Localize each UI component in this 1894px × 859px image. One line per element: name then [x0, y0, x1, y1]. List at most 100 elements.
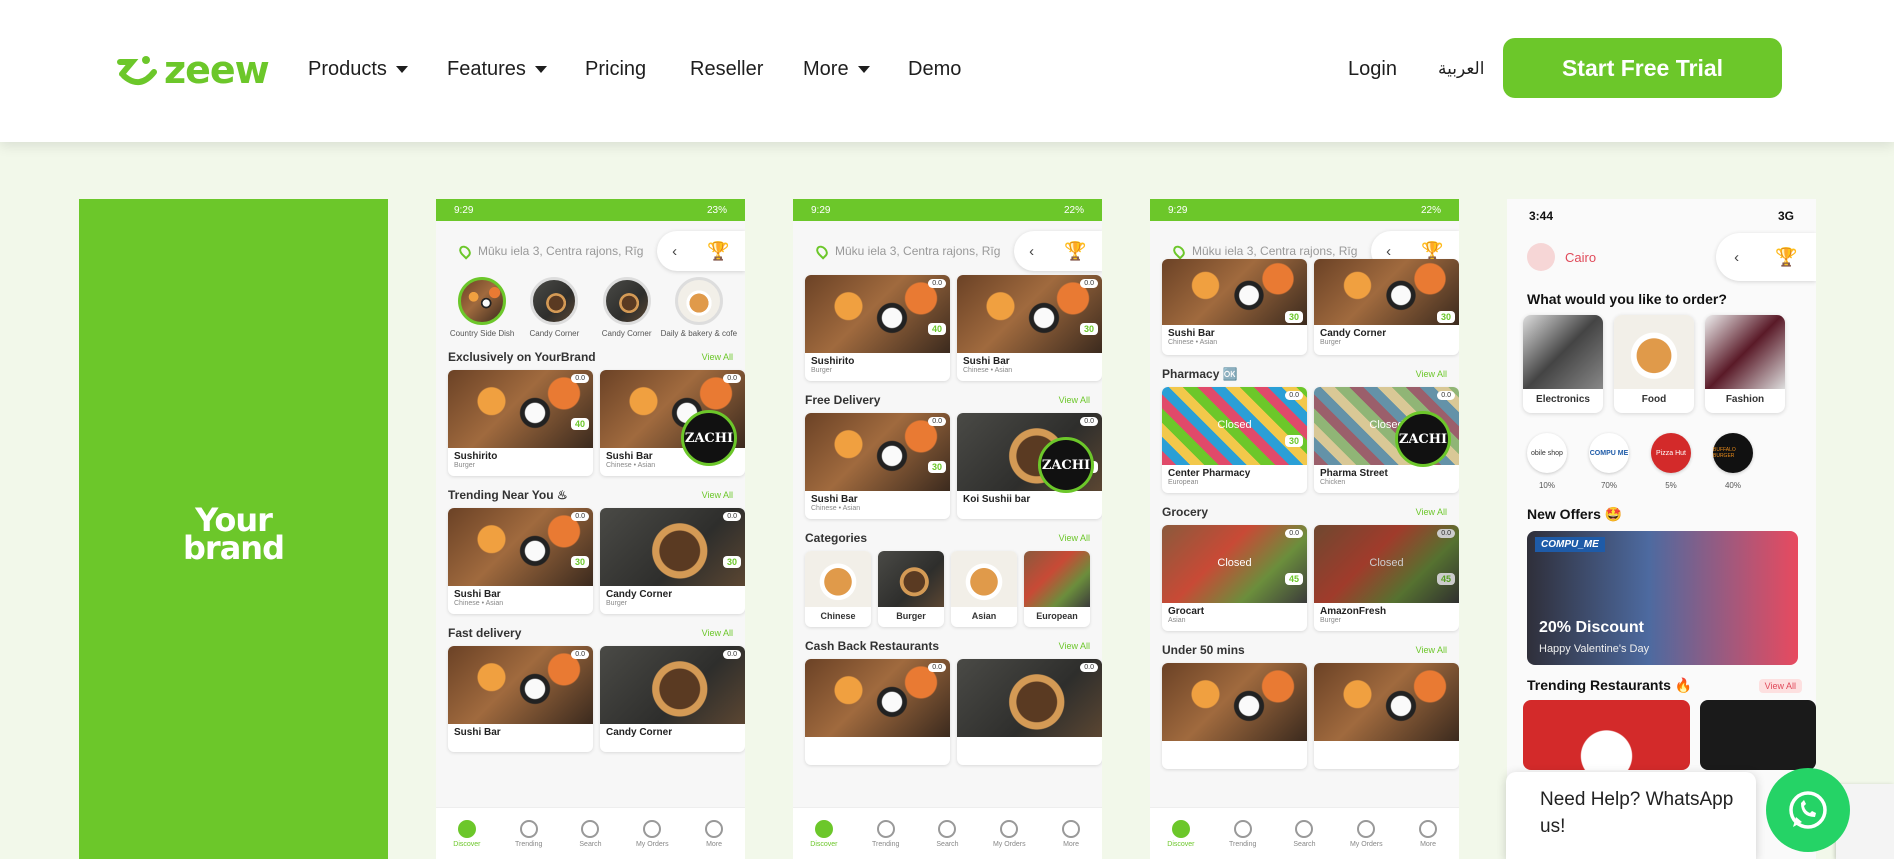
nav-trending[interactable]: Trending	[504, 819, 554, 848]
category-card[interactable]: Electronics	[1523, 315, 1603, 413]
restaurant-card[interactable]: 30 Candy Corner Burger	[1314, 259, 1459, 355]
receipt-icon	[1357, 819, 1376, 838]
store-icon[interactable]	[1527, 243, 1555, 271]
trending-view-all[interactable]: View All	[1758, 678, 1802, 693]
restaurant-card[interactable]: 0.0 40 Sushirito Burger	[805, 275, 950, 381]
profile-icon	[705, 819, 724, 838]
trophy-icon[interactable]: 🏆	[1775, 247, 1797, 268]
trending-restaurant-card[interactable]	[1523, 700, 1690, 770]
trophy-icon[interactable]: 🏆	[1064, 241, 1086, 262]
store-circle[interactable]: Daily & bakery & cofe	[661, 277, 737, 338]
whatsapp-button[interactable]	[1766, 768, 1850, 852]
whatsapp-help-bubble[interactable]: Need Help? WhatsApp us!	[1506, 772, 1756, 859]
view-all-link[interactable]: View All	[702, 352, 733, 362]
category-card[interactable]: Burger	[878, 551, 944, 627]
category-card[interactable]: Asian	[951, 551, 1017, 627]
nav-trending[interactable]: Trending	[1218, 819, 1268, 848]
restaurant-card[interactable]: 0.0 30 Candy Corner Burger	[600, 508, 745, 614]
brand-circle[interactable]: Pizza Hut 5%	[1651, 433, 1691, 490]
nav-products[interactable]: Products	[308, 58, 408, 80]
trophy-icon[interactable]: 🏆	[707, 241, 729, 262]
store-circle[interactable]: Country Side Dish	[448, 277, 516, 338]
restaurant-card[interactable]: 30 Sushi Bar Chinese • Asian	[1162, 259, 1307, 355]
section-title: Pharmacy 🆗	[1162, 367, 1238, 381]
view-all-link[interactable]: View All	[1059, 533, 1090, 543]
restaurant-card[interactable]: 0.0	[805, 659, 950, 765]
logo-mark-icon	[117, 56, 157, 85]
offer-banner[interactable]: COMPU_ME 20% Discount Happy Valentine's …	[1527, 531, 1798, 665]
category-card[interactable]: European	[1024, 551, 1090, 627]
nav-search[interactable]: Search	[922, 819, 972, 848]
start-free-trial-button[interactable]: Start Free Trial	[1503, 38, 1782, 98]
restaurant-card[interactable]	[1314, 663, 1459, 769]
store-card[interactable]: 0.0 Closed Pharma Street Chicken ZACHI	[1314, 387, 1459, 493]
nav-search[interactable]: Search	[1279, 819, 1329, 848]
nav-more[interactable]: More	[1403, 819, 1453, 848]
restaurant-image: 0.0	[805, 659, 950, 737]
brand-circle[interactable]: BUFFALO BURGER 40%	[1713, 433, 1753, 490]
store-card[interactable]: 0.0 Closed 45 AmazonFresh Burger	[1314, 525, 1459, 631]
city-label[interactable]: Cairo	[1565, 250, 1596, 265]
category-row: Electronics Food Fashion	[1507, 315, 1816, 413]
nav-discover[interactable]: Discover	[1156, 819, 1206, 848]
trending-row	[1507, 700, 1816, 770]
view-all-link[interactable]: View All	[1416, 507, 1447, 517]
restaurant-card[interactable]: 0.0 Candy Corner	[600, 646, 745, 752]
nav-search[interactable]: Search	[565, 819, 615, 848]
restaurant-card[interactable]: 0.0 30 Sushi Bar Chinese • Asian	[957, 275, 1102, 381]
chevron-left-icon[interactable]: ‹	[672, 243, 677, 260]
view-all-link[interactable]: View All	[1059, 641, 1090, 651]
nav-discover[interactable]: Discover	[442, 819, 492, 848]
delivery-time: 30	[1284, 311, 1303, 323]
nav-my-orders[interactable]: My Orders	[627, 819, 677, 848]
phone-mockup-ios: 3:44 3G Cairo ‹ 🏆 What would you like to o…	[1507, 199, 1816, 859]
chevron-left-icon[interactable]: ‹	[1386, 243, 1391, 260]
brand-logo: BUFFALO BURGER	[1713, 433, 1753, 473]
nav-pricing[interactable]: Pricing	[585, 58, 646, 80]
category-card[interactable]: Chinese	[805, 551, 871, 627]
category-card[interactable]: Fashion	[1705, 315, 1785, 413]
nav-reseller[interactable]: Reseller	[690, 58, 763, 80]
trending-restaurant-card[interactable]	[1699, 700, 1816, 770]
nav-label: Search	[936, 840, 959, 848]
brand-circle[interactable]: obile shop 10%	[1527, 433, 1567, 490]
restaurant-card[interactable]: 0.0 30 Sushi Bar Chinese • Asian	[448, 508, 593, 614]
restaurant-name: Candy Corner	[606, 589, 673, 600]
view-all-link[interactable]: View All	[702, 628, 733, 638]
brand-circle[interactable]: COMPU ME 70%	[1589, 433, 1629, 490]
store-card[interactable]: 0.0 Closed 30 Center Pharmacy European	[1162, 387, 1307, 493]
view-all-link[interactable]: View All	[1059, 395, 1090, 405]
nav-demo[interactable]: Demo	[908, 58, 961, 80]
view-all-link[interactable]: View All	[702, 490, 733, 500]
nav-my-orders[interactable]: My Orders	[1341, 819, 1391, 848]
chevron-left-icon[interactable]: ‹	[1734, 249, 1739, 266]
nav-more[interactable]: More	[1046, 819, 1096, 848]
zeew-logo[interactable]: zeew	[116, 48, 270, 92]
restaurant-card[interactable]: 0.045Koi Sushii barZACHI	[957, 413, 1102, 519]
chevron-left-icon[interactable]: ‹	[1029, 243, 1034, 260]
view-all-link[interactable]: View All	[1416, 369, 1447, 379]
nav-features[interactable]: Features	[447, 58, 547, 80]
language-switch-arabic[interactable]: العربية	[1438, 58, 1484, 80]
nav-my-orders[interactable]: My Orders	[984, 819, 1034, 848]
nav-trending[interactable]: Trending	[861, 819, 911, 848]
store-circle[interactable]: Candy Corner	[593, 277, 661, 338]
nav-discover[interactable]: Discover	[799, 819, 849, 848]
login-label: Login	[1348, 58, 1397, 80]
login-link[interactable]: Login	[1348, 58, 1397, 80]
nav-more[interactable]: More	[689, 819, 739, 848]
location-bar: Cairo ‹ 🏆	[1507, 233, 1816, 281]
restaurant-card[interactable]: 0.0 Sushi Bar Chinese • Asian ZACHI	[600, 370, 745, 476]
store-card[interactable]: 0.0 Closed 45 Grocart Asian	[1162, 525, 1307, 631]
store-circle[interactable]: Candy Corner	[520, 277, 588, 338]
category-image	[878, 551, 944, 607]
restaurant-card[interactable]	[1162, 663, 1307, 769]
view-all-link[interactable]: View All	[1416, 645, 1447, 655]
restaurant-card[interactable]: 0.0	[957, 659, 1102, 765]
restaurant-card[interactable]: 0.0 30 Sushi Bar Chinese • Asian	[805, 413, 950, 519]
rating-badge: 0.0	[1437, 391, 1455, 400]
restaurant-card[interactable]: 0.0 40 Sushirito Burger	[448, 370, 593, 476]
nav-more[interactable]: More	[803, 58, 870, 80]
category-card[interactable]: Food	[1614, 315, 1694, 413]
restaurant-card[interactable]: 0.0 Sushi Bar	[448, 646, 593, 752]
